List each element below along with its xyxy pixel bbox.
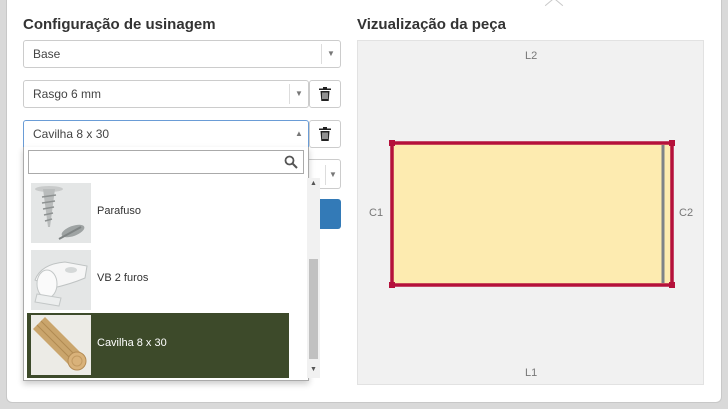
- option-parafuso[interactable]: Parafuso: [27, 181, 289, 246]
- option-vb-2-furos[interactable]: VB 2 furos: [27, 248, 289, 313]
- popover-notch: [544, 0, 564, 7]
- base-select[interactable]: Base ▼: [23, 40, 341, 68]
- corner-marker: [669, 282, 675, 288]
- scroll-down-icon[interactable]: ▼: [307, 364, 320, 376]
- scroll-up-icon[interactable]: ▲: [307, 178, 320, 190]
- corner-marker: [669, 140, 675, 146]
- dowel-icon: [31, 315, 91, 375]
- search-icon: [284, 155, 298, 169]
- piece-rectangle: [390, 141, 674, 287]
- dropdown-search-input[interactable]: [28, 150, 304, 174]
- chevron-down-icon: ▼: [321, 44, 340, 64]
- chevron-up-icon: ▲: [295, 129, 303, 138]
- piece-preview: L2 L1 C1 C2: [357, 40, 704, 385]
- vb-connector-icon: [31, 250, 91, 310]
- rasgo-select-value: Rasgo 6 mm: [33, 87, 102, 101]
- trash-icon: [319, 86, 331, 101]
- delete-rasgo-button[interactable]: [309, 80, 341, 108]
- chevron-down-icon: ▼: [289, 84, 308, 104]
- corner-marker: [389, 140, 395, 146]
- corner-marker: [389, 282, 395, 288]
- option-label: Parafuso: [97, 205, 142, 217]
- chevron-down-icon: ▼: [325, 165, 340, 185]
- delete-cavilha-button[interactable]: [309, 120, 341, 148]
- base-select-value: Base: [33, 47, 61, 61]
- dialog-panel: Configuração de usinagem Vizualização da…: [6, 0, 722, 403]
- piece-drawing: [389, 140, 675, 288]
- option-label: VB 2 furos: [97, 272, 149, 284]
- trash-icon: [319, 126, 331, 141]
- scrollbar-thumb[interactable]: [309, 259, 318, 359]
- option-cavilha-8x30[interactable]: Cavilha 8 x 30: [27, 313, 289, 378]
- rasgo-select[interactable]: Rasgo 6 mm ▼: [23, 80, 309, 108]
- cavilha-dropdown: Parafuso VB 2 furos Cavilha 8 x 30 ▲ ▼: [23, 147, 320, 381]
- screw-icon: [31, 183, 91, 243]
- config-title: Configuração de usinagem: [23, 16, 216, 33]
- preview-title: Vizualização da peça: [357, 16, 506, 33]
- dropdown-scrollbar[interactable]: ▲ ▼: [307, 178, 320, 378]
- cavilha-select-value: Cavilha 8 x 30: [33, 127, 110, 141]
- option-label: Cavilha 8 x 30: [97, 337, 167, 349]
- cavilha-select[interactable]: Cavilha 8 x 30 ▲: [23, 120, 309, 148]
